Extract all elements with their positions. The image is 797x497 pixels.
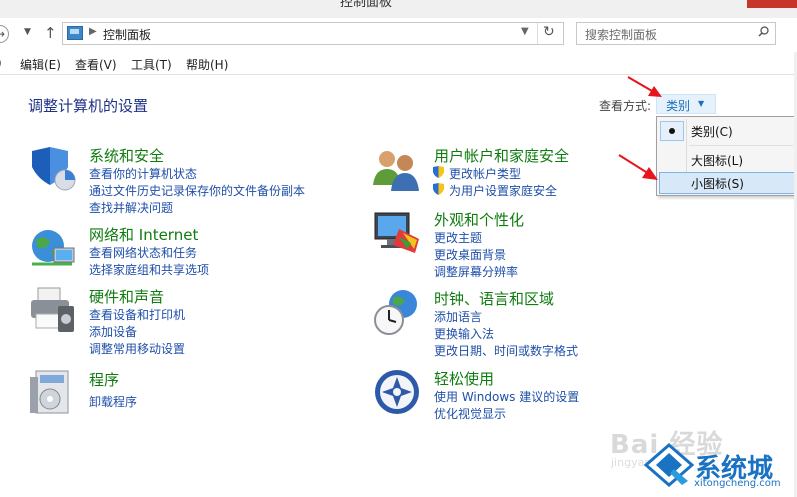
menu-edit[interactable]: 编辑(E) [20, 56, 61, 73]
category-system-security: 系统和安全 查看你的计算机状态 通过文件历史记录保存你的文件备份副本 查找并解决… [28, 145, 358, 215]
printer-icon[interactable] [28, 286, 76, 334]
menu-item-category[interactable]: 类别(C) [659, 120, 795, 142]
category-title[interactable]: 轻松使用 [434, 368, 494, 389]
breadcrumb-control-panel[interactable]: 控制面板 [103, 26, 151, 43]
search-icon[interactable] [758, 26, 769, 37]
search-input[interactable]: 搜索控制面板 [576, 22, 776, 45]
view-by-value: 类别 [666, 99, 691, 113]
refresh-button[interactable]: ↻ [543, 24, 555, 40]
category-link[interactable]: 为用户设置家庭安全 [449, 182, 557, 199]
category-network-internet: 网络和 Internet 查看网络状态和任务 选择家庭组和共享选项 [28, 224, 358, 284]
category-title[interactable]: 硬件和声音 [89, 286, 164, 307]
category-link[interactable]: 更改主题 [434, 229, 482, 246]
recent-locations-dropdown[interactable]: ▼ [24, 27, 31, 37]
close-button[interactable] [747, 0, 797, 8]
shield-icon[interactable] [28, 145, 76, 193]
category-link[interactable]: 调整屏幕分辨率 [434, 263, 518, 280]
category-appearance: 外观和个性化 更改主题 更改桌面背景 调整屏幕分辨率 [373, 209, 703, 279]
chevron-down-icon: ▼ [698, 99, 705, 108]
address-dropdown-icon[interactable]: ▼ [521, 26, 529, 37]
category-ease-of-access: 轻松使用 使用 Windows 建议的设置 优化视觉显示 [373, 368, 703, 423]
ease-of-access-icon[interactable] [373, 368, 421, 416]
category-title[interactable]: 外观和个性化 [434, 209, 524, 230]
category-title[interactable]: 程序 [89, 369, 119, 390]
clock-globe-icon[interactable] [373, 288, 421, 336]
category-link[interactable]: 更改桌面背景 [434, 246, 506, 263]
category-link[interactable]: 查看你的计算机状态 [89, 165, 197, 182]
category-title[interactable]: 系统和安全 [89, 145, 164, 166]
menu-help[interactable]: 帮助(H) [186, 56, 228, 73]
forward-button[interactable]: → [0, 25, 9, 43]
category-link[interactable]: 调整常用移动设置 [89, 340, 185, 357]
up-button[interactable]: ↑ [44, 24, 57, 42]
category-user-accounts: 用户帐户和家庭安全 更改帐户类型 为用户设置家庭安全 [373, 145, 703, 205]
category-link[interactable]: 添加语言 [434, 308, 482, 325]
category-link[interactable]: 更换输入法 [434, 325, 494, 342]
menu-separator [689, 145, 793, 146]
category-link[interactable]: 卸载程序 [89, 393, 137, 410]
page-title: 调整计算机的设置 [28, 97, 149, 115]
breadcrumb-separator-icon[interactable]: ▶ [89, 26, 97, 37]
category-link[interactable]: 优化视觉显示 [434, 405, 506, 422]
category-link[interactable]: 选择家庭组和共享选项 [89, 261, 209, 278]
category-link[interactable]: 添加设备 [89, 323, 137, 340]
radio-check-icon [660, 121, 684, 141]
category-link[interactable]: 更改日期、时间或数字格式 [434, 342, 578, 359]
menu-tools[interactable]: 工具(T) [131, 56, 172, 73]
globe-network-icon[interactable] [28, 224, 76, 272]
menu-view[interactable]: 查看(V) [75, 56, 117, 73]
menu-item-partial[interactable]: ) [0, 56, 2, 70]
category-programs: 程序 卸载程序 [28, 369, 358, 419]
menu-bar: ) 编辑(E) 查看(V) 工具(T) 帮助(H) [0, 52, 797, 75]
search-placeholder: 搜索控制面板 [585, 28, 658, 42]
monitor-palette-icon[interactable] [373, 209, 421, 257]
uac-shield-icon [433, 183, 444, 195]
category-title[interactable]: 用户帐户和家庭安全 [434, 145, 569, 166]
users-icon[interactable] [373, 145, 421, 193]
annotation-arrow-icon [627, 76, 662, 97]
uac-shield-icon [433, 166, 444, 178]
category-link[interactable]: 查看设备和打印机 [89, 306, 185, 323]
category-clock-language: 时钟、语言和区域 添加语言 更换输入法 更改日期、时间或数字格式 [373, 288, 703, 358]
category-link[interactable]: 查看网络状态和任务 [89, 244, 197, 261]
category-hardware-sound: 硬件和声音 查看设备和打印机 添加设备 调整常用移动设置 [28, 286, 358, 356]
category-title[interactable]: 网络和 Internet [89, 224, 198, 245]
xitongcheng-logo-icon [644, 443, 694, 487]
menu-item-label: 类别(C) [691, 125, 733, 139]
control-panel-icon [67, 26, 83, 40]
xitongcheng-domain: xitongcheng.com [694, 478, 781, 489]
category-title[interactable]: 时钟、语言和区域 [434, 288, 554, 309]
programs-icon[interactable] [28, 369, 76, 417]
category-link[interactable]: 更改帐户类型 [449, 165, 521, 182]
category-link[interactable]: 使用 Windows 建议的设置 [434, 388, 579, 405]
category-link[interactable]: 通过文件历史记录保存你的文件备份副本 [89, 182, 305, 199]
title-bar: 控制面板 [0, 0, 797, 18]
window-title: 控制面板 [340, 0, 393, 10]
category-link[interactable]: 查找并解决问题 [89, 199, 173, 216]
address-row: → ▼ ↑ ▶ 控制面板 ▼ ↻ 搜索控制面板 [0, 18, 797, 50]
address-bar[interactable]: ▶ 控制面板 ▼ ↻ [62, 22, 564, 45]
address-divider [537, 23, 538, 44]
